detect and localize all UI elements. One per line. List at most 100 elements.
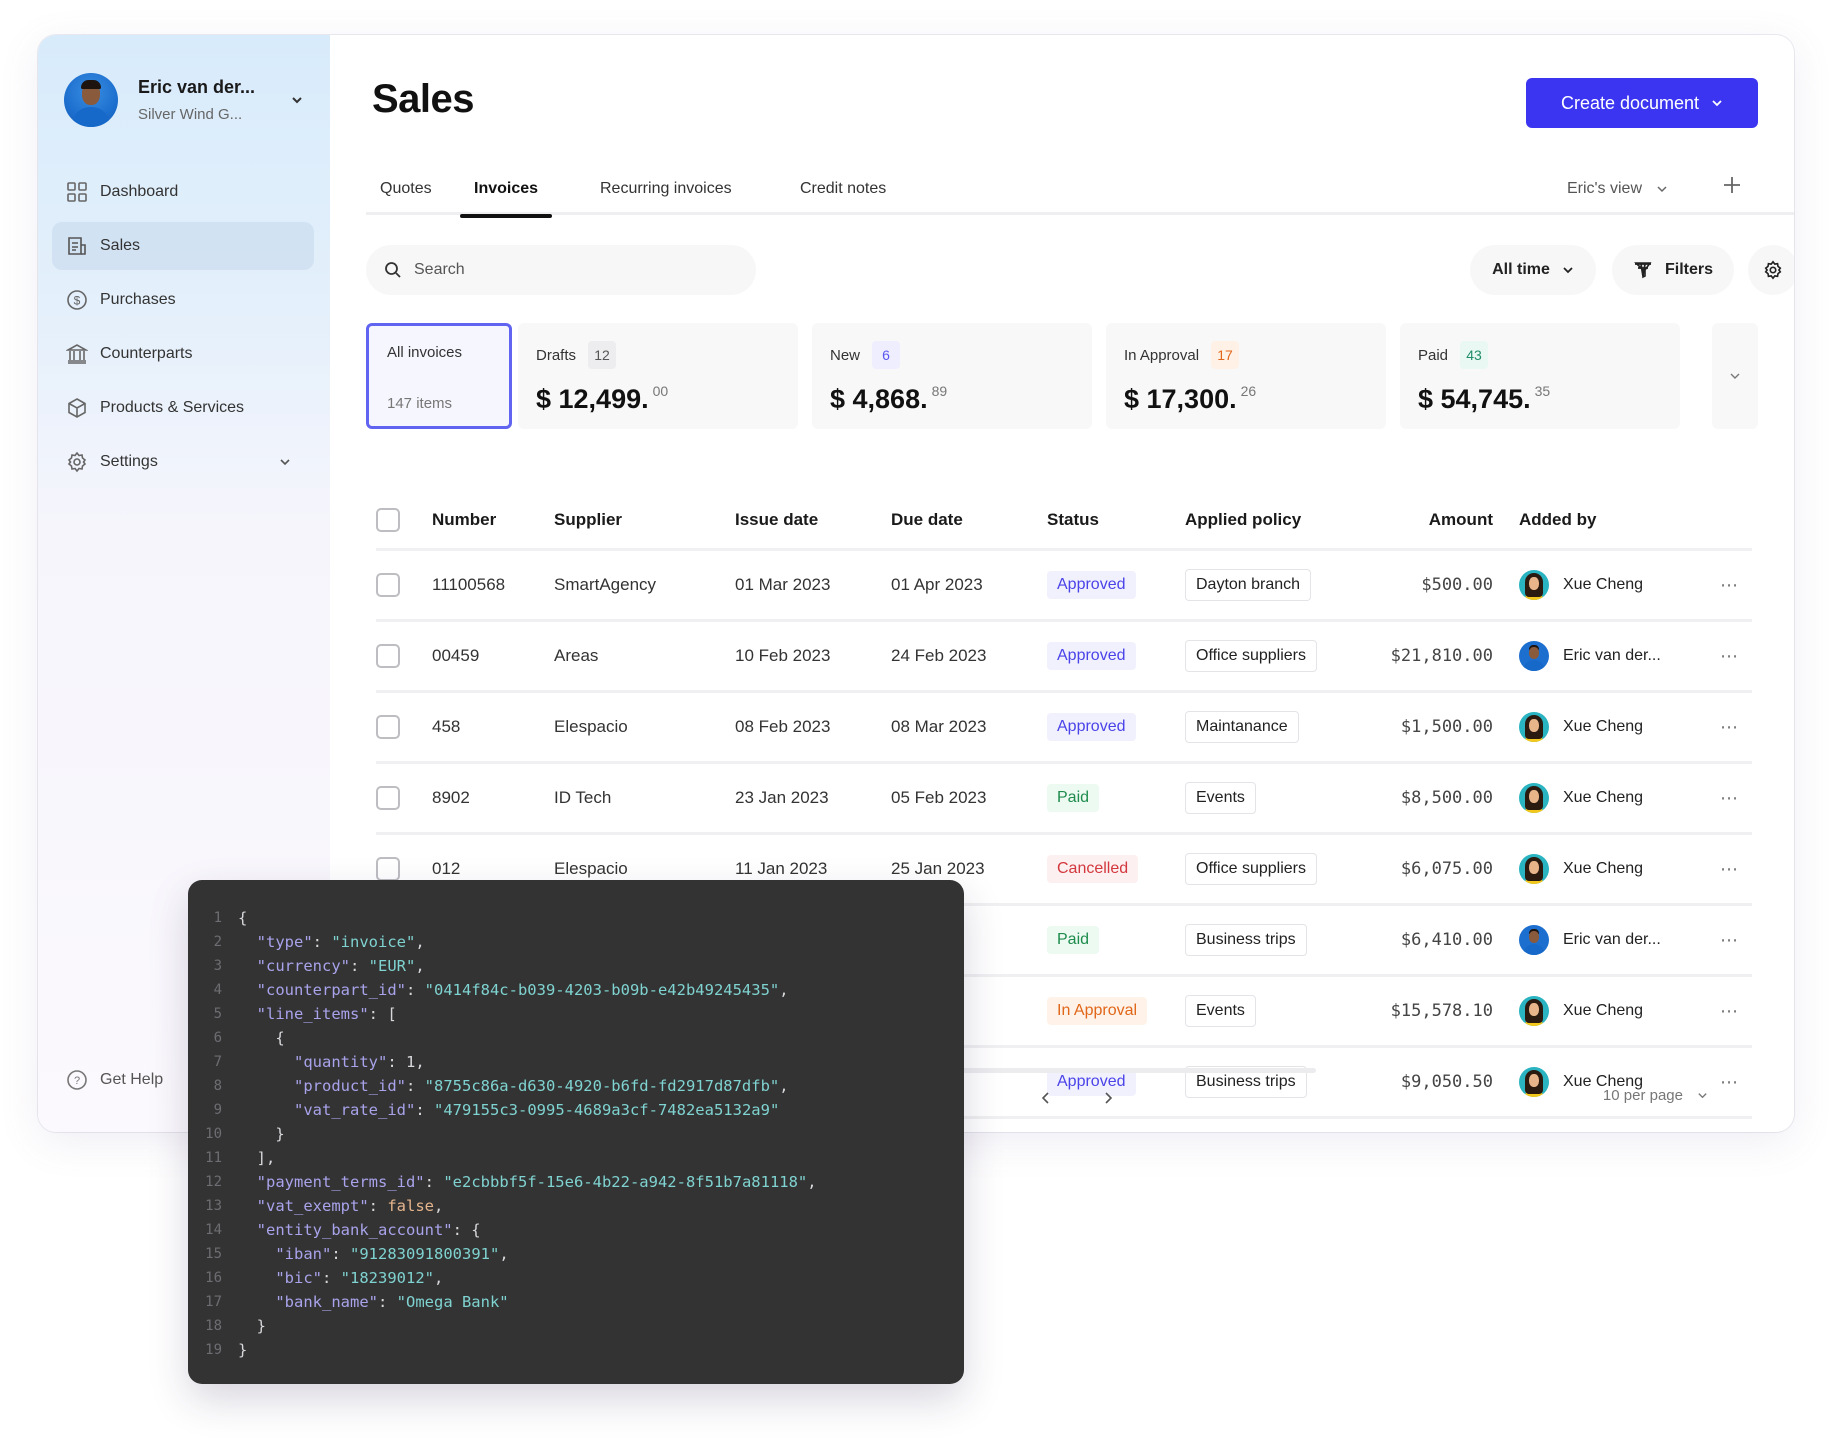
column-header-applied-policy[interactable]: Applied policy: [1185, 510, 1355, 530]
line-number: 1: [213, 910, 222, 926]
profile-switcher[interactable]: Eric van der... Silver Wind G...: [64, 73, 304, 127]
code-token: "line_items": [256, 1005, 369, 1023]
policy-tag: Events: [1185, 782, 1256, 814]
sidebar-item-sales[interactable]: Sales: [52, 222, 314, 270]
row-more-options-icon[interactable]: ⋯: [1689, 788, 1739, 809]
summary-expand-button[interactable]: [1712, 323, 1758, 429]
summary-amount: $ 54,745. 35: [1418, 383, 1550, 415]
added-by-name: Xue Cheng: [1563, 789, 1644, 806]
summary-card-paid[interactable]: Paid 43 $ 54,745. 35: [1400, 323, 1680, 429]
tab-credit-notes[interactable]: Credit notes: [786, 175, 900, 215]
due-date: 24 Feb 2023: [891, 646, 987, 665]
code-token: :: [368, 1197, 388, 1215]
sidebar-item-dashboard[interactable]: Dashboard: [52, 168, 314, 216]
code-line: 10 }: [188, 1122, 964, 1146]
table-row[interactable]: 458 Elespacio 08 Feb 2023 08 Mar 2023 Approv…: [376, 693, 1752, 764]
sidebar-item-label: Products & Services: [100, 399, 245, 416]
code-text: "entity_bank_account": {: [222, 1218, 481, 1242]
select-all-checkbox[interactable]: [376, 507, 400, 532]
row-more-options-icon[interactable]: ⋯: [1689, 646, 1739, 667]
table-settings-button[interactable]: [1748, 245, 1794, 295]
search-input[interactable]: [414, 261, 714, 279]
policy-tag: Business trips: [1185, 924, 1307, 956]
added-by-avatar: [1519, 712, 1549, 742]
table-row[interactable]: 00459 Areas 10 Feb 2023 24 Feb 2023 Approved…: [376, 622, 1752, 693]
tab-recurring-invoices[interactable]: Recurring invoices: [586, 175, 746, 215]
help-circle-icon: ?: [67, 1070, 87, 1090]
code-token: "8755c86a-d630-4920-b6fd-fd2917d87dfb": [424, 1077, 780, 1095]
code-line: 11 ],: [188, 1146, 964, 1170]
time-range-dropdown[interactable]: All time: [1470, 245, 1596, 295]
code-token: "currency": [256, 957, 350, 975]
chevron-left-icon[interactable]: [1036, 1088, 1056, 1108]
column-header-supplier[interactable]: Supplier: [554, 510, 735, 530]
filter-icon: [1634, 262, 1652, 279]
chevron-right-icon[interactable]: [1098, 1088, 1118, 1108]
summary-label-text: Paid: [1418, 346, 1449, 364]
code-line: 2 "type": "invoice",: [188, 930, 964, 954]
summary-card-drafts[interactable]: Drafts 12 $ 12,499. 00: [518, 323, 798, 429]
code-text: {: [222, 1026, 285, 1050]
column-header-number[interactable]: Number: [432, 510, 554, 530]
sidebar-item-purchases[interactable]: $ Purchases: [52, 276, 314, 324]
code-token: :: [405, 981, 425, 999]
status-badge: Paid: [1047, 926, 1100, 954]
organization-name: Silver Wind G...: [138, 106, 243, 123]
row-checkbox[interactable]: [376, 644, 400, 668]
column-header-amount[interactable]: Amount: [1355, 510, 1493, 530]
sidebar-item-counterparts[interactable]: Counterparts: [52, 330, 314, 378]
summary-label: All invoices: [387, 344, 463, 361]
chevron-down-icon: [1698, 1093, 1707, 1099]
row-more-options-icon[interactable]: ⋯: [1689, 717, 1739, 738]
summary-amount-cents: 26: [1240, 383, 1257, 399]
view-selector[interactable]: Eric's view: [1567, 175, 1668, 203]
table-row[interactable]: 11100568 SmartAgency 01 Mar 2023 01 Apr 202…: [376, 551, 1752, 622]
row-more-options-icon[interactable]: ⋯: [1689, 859, 1739, 880]
added-by-avatar: [1519, 925, 1549, 955]
sidebar-item-products-services[interactable]: Products & Services: [52, 384, 314, 432]
row-more-options-icon[interactable]: ⋯: [1689, 1001, 1739, 1022]
create-document-label: Create document: [1560, 92, 1700, 113]
line-number: 5: [213, 1006, 222, 1022]
summary-card-new[interactable]: New 6 $ 4,868. 89: [812, 323, 1092, 429]
row-checkbox[interactable]: [376, 573, 400, 597]
row-checkbox[interactable]: [376, 715, 400, 739]
per-page-selector[interactable]: 10 per page: [1603, 1087, 1708, 1104]
get-help-link[interactable]: ? Get Help: [66, 1069, 163, 1091]
status-badge: Approved: [1047, 713, 1136, 741]
column-header-due-date[interactable]: Due date: [891, 510, 1047, 530]
sidebar-item-label: Dashboard: [100, 183, 179, 200]
box-icon: [68, 398, 86, 418]
column-header-issue-date[interactable]: Issue date: [735, 510, 891, 530]
summary-amount-main: $ 17,300.: [1124, 384, 1237, 414]
column-header-status[interactable]: Status: [1047, 510, 1185, 530]
summary-card-in-approval[interactable]: In Approval 17 $ 17,300. 26: [1106, 323, 1386, 429]
row-checkbox[interactable]: [376, 857, 400, 881]
column-header-added-by[interactable]: Added by: [1493, 510, 1689, 530]
row-more-options-icon[interactable]: ⋯: [1689, 930, 1739, 951]
create-document-button[interactable]: Create document: [1526, 78, 1758, 128]
code-text: {: [222, 906, 247, 930]
added-by-avatar: [1519, 783, 1549, 813]
code-token: }: [238, 1125, 285, 1143]
horizontal-scrollbar[interactable]: [916, 1068, 1316, 1073]
code-token: "quantity": [294, 1053, 388, 1071]
row-checkbox[interactable]: [376, 786, 400, 810]
sidebar-item-settings[interactable]: Settings: [52, 438, 314, 486]
tab-quotes[interactable]: Quotes: [366, 175, 446, 215]
summary-card-all-invoices[interactable]: All invoices 147 items: [366, 323, 512, 429]
table-row[interactable]: 8902 ID Tech 23 Jan 2023 05 Feb 2023 Paid Eve…: [376, 764, 1752, 835]
search-field[interactable]: [366, 245, 756, 295]
invoice-summary: All invoices 147 items Drafts 12 $ 12,499.…: [366, 323, 1758, 429]
svg-text:$: $: [74, 294, 81, 308]
code-token: {: [238, 1029, 285, 1047]
filters-button[interactable]: Filters: [1612, 245, 1734, 295]
code-token: :: [331, 1245, 350, 1263]
code-token: "e2cbbbf5f-15e6-4b22-a942-8f51b7a81118": [443, 1173, 808, 1191]
tab-invoices[interactable]: Invoices: [460, 175, 553, 218]
row-more-options-icon[interactable]: ⋯: [1689, 575, 1739, 596]
add-view-plus-icon[interactable]: [1720, 173, 1744, 197]
due-date: 01 Apr 2023: [891, 575, 983, 594]
